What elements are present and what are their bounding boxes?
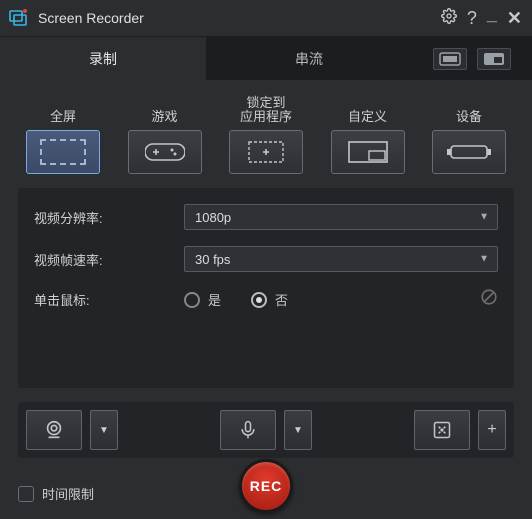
layout-pip-button[interactable] xyxy=(477,48,511,70)
mouse-click-yes-radio[interactable]: 是 xyxy=(184,290,221,309)
minimize-icon[interactable]: _ xyxy=(487,4,497,25)
capture-label-custom: 自定义 xyxy=(348,96,387,124)
chevron-down-icon: ▼ xyxy=(479,254,489,265)
layout-single-button[interactable] xyxy=(433,48,467,70)
capture-label-device: 设备 xyxy=(456,96,482,124)
disabled-icon xyxy=(480,288,498,311)
app-logo-icon xyxy=(8,7,30,29)
close-icon[interactable]: ✕ xyxy=(507,8,522,29)
tab-stream[interactable]: 串流 xyxy=(206,37,412,80)
resolution-select[interactable]: 1080p ▼ xyxy=(184,204,498,230)
microphone-dropdown[interactable]: ▼ xyxy=(284,410,312,450)
capture-tile-custom[interactable] xyxy=(331,130,405,174)
record-label: REC xyxy=(250,478,283,494)
capture-label-fullscreen: 全屏 xyxy=(50,96,76,124)
capture-tile-device[interactable] xyxy=(432,130,506,174)
resolution-value: 1080p xyxy=(195,210,231,225)
webcam-dropdown[interactable]: ▼ xyxy=(90,410,118,450)
settings-icon[interactable] xyxy=(441,8,457,29)
radio-dot-icon xyxy=(184,292,200,308)
tab-record[interactable]: 录制 xyxy=(0,37,206,80)
help-icon[interactable]: ? xyxy=(467,8,477,29)
capture-label-lock-app: 锁定到应用程序 xyxy=(240,96,292,124)
microphone-icon xyxy=(238,419,258,441)
mouse-click-label: 单击鼠标: xyxy=(34,290,184,309)
resolution-label: 视频分辨率: xyxy=(34,208,184,227)
custom-icon xyxy=(346,139,390,165)
radio-label-no: 否 xyxy=(275,290,288,309)
mouse-click-no-radio[interactable]: 否 xyxy=(251,290,288,309)
device-icon xyxy=(447,142,491,162)
capture-tile-fullscreen[interactable] xyxy=(26,130,100,174)
lock-app-icon xyxy=(244,139,288,165)
capture-tile-lock-app[interactable] xyxy=(229,130,303,174)
app-title: Screen Recorder xyxy=(38,10,441,26)
capture-label-game: 游戏 xyxy=(151,96,177,124)
overlay-button[interactable] xyxy=(414,410,470,450)
gamepad-icon xyxy=(145,140,185,164)
time-limit-checkbox[interactable] xyxy=(18,486,34,502)
framerate-value: 30 fps xyxy=(195,252,230,267)
framerate-label: 视频帧速率: xyxy=(34,250,184,269)
webcam-icon xyxy=(43,419,65,441)
record-button[interactable]: REC xyxy=(239,459,293,513)
overlay-icon xyxy=(432,420,452,440)
webcam-button[interactable] xyxy=(26,410,82,450)
capture-tile-game[interactable] xyxy=(128,130,202,174)
time-limit-label: 时间限制 xyxy=(42,484,94,503)
framerate-select[interactable]: 30 fps ▼ xyxy=(184,246,498,272)
radio-label-yes: 是 xyxy=(208,290,221,309)
microphone-button[interactable] xyxy=(220,410,276,450)
fullscreen-icon xyxy=(40,139,86,165)
radio-dot-icon xyxy=(251,292,267,308)
overlay-add-button[interactable]: + xyxy=(478,410,506,450)
chevron-down-icon: ▼ xyxy=(479,212,489,223)
